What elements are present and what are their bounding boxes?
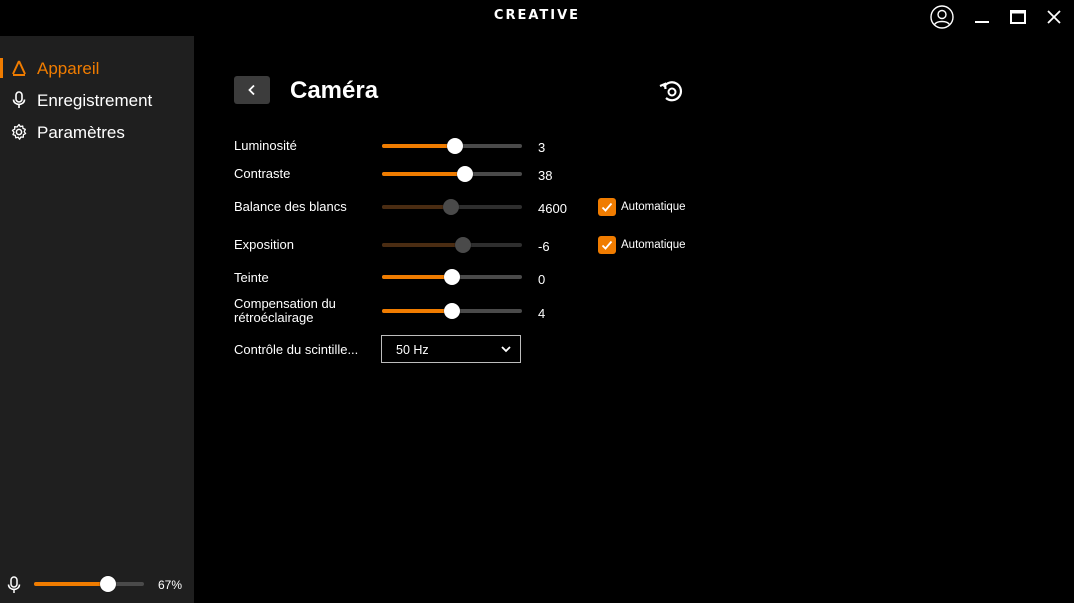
backlight-label-line1: Compensation du bbox=[234, 296, 336, 311]
flicker-selected-value: 50 Hz bbox=[396, 343, 429, 357]
flicker-label: Contrôle du scintille... bbox=[234, 342, 359, 357]
flicker-select[interactable]: 50 Hz bbox=[381, 335, 521, 363]
microphone-icon bbox=[7, 576, 21, 593]
slider-thumb[interactable] bbox=[457, 166, 473, 182]
active-indicator bbox=[0, 58, 3, 78]
mic-level-value: 67% bbox=[158, 578, 183, 592]
hue-value: 0 bbox=[538, 272, 546, 287]
microphone-icon bbox=[12, 91, 26, 108]
slider-thumb[interactable] bbox=[100, 576, 116, 592]
backlight-value: 4 bbox=[538, 306, 546, 321]
white-balance-auto-label: Automatique bbox=[621, 201, 686, 213]
hue-label: Teinte bbox=[234, 270, 269, 285]
sidebar: Appareil Enregistrement Paramètres 67% bbox=[0, 36, 194, 603]
slider-thumb[interactable] bbox=[455, 237, 471, 253]
chevron-left-icon bbox=[248, 84, 255, 96]
minimize-button[interactable] bbox=[968, 4, 996, 30]
contrast-label: Contraste bbox=[234, 166, 291, 181]
backlight-label: Compensation du rétroéclairage bbox=[234, 297, 336, 325]
contrast-value: 38 bbox=[538, 168, 553, 183]
device-icon bbox=[12, 60, 26, 76]
exposure-slider[interactable] bbox=[382, 237, 522, 253]
backlight-slider[interactable] bbox=[382, 303, 522, 319]
brightness-label: Luminosité bbox=[234, 138, 297, 153]
sidebar-item-label: Paramètres bbox=[37, 123, 125, 142]
brightness-slider[interactable] bbox=[382, 138, 522, 154]
sidebar-item-label: Enregistrement bbox=[37, 91, 153, 110]
chevron-down-icon bbox=[501, 346, 511, 353]
slider-fill bbox=[382, 275, 452, 279]
maximize-icon bbox=[1010, 10, 1026, 24]
slider-thumb[interactable] bbox=[447, 138, 463, 154]
checkmark-icon bbox=[601, 240, 613, 250]
slider-fill bbox=[382, 205, 451, 209]
close-icon bbox=[1047, 10, 1061, 24]
mic-level-bar: 67% bbox=[0, 576, 194, 603]
title-bar: CREATIVE bbox=[0, 0, 1074, 36]
account-button[interactable] bbox=[928, 4, 956, 30]
back-button[interactable] bbox=[234, 76, 270, 104]
slider-fill bbox=[382, 243, 463, 247]
slider-thumb[interactable] bbox=[443, 199, 459, 215]
white-balance-slider[interactable] bbox=[382, 199, 522, 215]
sidebar-item-appareil[interactable]: Appareil bbox=[0, 53, 194, 83]
brand-logo: CREATIVE bbox=[493, 8, 581, 23]
page-title: Caméra bbox=[290, 77, 379, 104]
slider-fill bbox=[34, 582, 108, 586]
hue-slider[interactable] bbox=[382, 269, 522, 285]
minimize-icon bbox=[975, 21, 989, 23]
slider-fill bbox=[382, 144, 455, 148]
slider-fill bbox=[382, 309, 452, 313]
backlight-label-line2: rétroéclairage bbox=[234, 310, 314, 325]
exposure-auto-label: Automatique bbox=[621, 239, 686, 251]
slider-fill bbox=[382, 172, 465, 176]
checkmark-icon bbox=[601, 202, 613, 212]
sidebar-item-enregistrement[interactable]: Enregistrement bbox=[0, 85, 194, 115]
reset-icon[interactable] bbox=[658, 78, 686, 106]
slider-thumb[interactable] bbox=[444, 303, 460, 319]
exposure-label: Exposition bbox=[234, 237, 294, 252]
slider-thumb[interactable] bbox=[444, 269, 460, 285]
white-balance-label: Balance des blancs bbox=[234, 199, 347, 214]
maximize-button[interactable] bbox=[1004, 4, 1032, 30]
white-balance-auto-checkbox[interactable] bbox=[598, 198, 616, 216]
exposure-value: -6 bbox=[538, 239, 550, 254]
gear-icon bbox=[11, 123, 27, 140]
contrast-slider[interactable] bbox=[382, 166, 522, 182]
white-balance-value: 4600 bbox=[538, 201, 567, 216]
sidebar-item-parametres[interactable]: Paramètres bbox=[0, 117, 194, 147]
sidebar-item-label: Appareil bbox=[37, 59, 100, 78]
mic-volume-slider[interactable] bbox=[34, 576, 144, 592]
brightness-value: 3 bbox=[538, 140, 546, 155]
account-icon bbox=[930, 5, 954, 29]
close-button[interactable] bbox=[1040, 4, 1068, 30]
exposure-auto-checkbox[interactable] bbox=[598, 236, 616, 254]
